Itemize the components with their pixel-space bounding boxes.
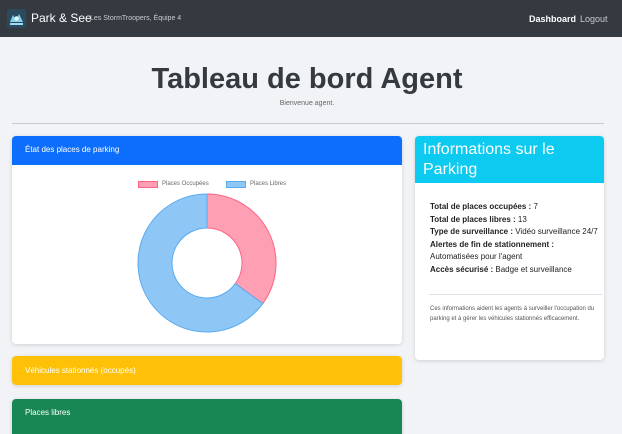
brand-link[interactable]: Park & See — [31, 11, 92, 26]
nav-dashboard-link[interactable]: Dashboard — [529, 13, 576, 25]
free-spots-title: Places libres — [25, 408, 71, 417]
parking-status-header: État des places de parking — [12, 136, 402, 165]
parking-logo-icon[interactable] — [7, 9, 26, 28]
navbar: Park & See Les StormTroopers, Équipe 4 D… — [0, 0, 622, 37]
legend-label-occupied: Places Occupées — [162, 181, 209, 187]
info-note: Ces informations aident les agents à sur… — [430, 306, 595, 322]
free-spots-card[interactable]: Places libres — [12, 399, 402, 434]
nav-logout-link[interactable]: Logout — [580, 13, 608, 25]
legend-swatch-occupied — [138, 181, 158, 188]
donut-chart — [137, 193, 277, 333]
team-name: Les StormTroopers, Équipe 4 — [90, 15, 182, 22]
parking-info-header: Informations sur le Parking — [415, 136, 604, 183]
info-item: Total de places occupées : 7 — [430, 202, 538, 211]
parking-status-card: État des places de parking Places Occupé… — [12, 136, 402, 344]
parking-info-title: Informations sur le Parking — [423, 141, 555, 178]
parking-info-card: Informations sur le Parking Total de pla… — [415, 136, 604, 360]
info-divider — [429, 294, 602, 295]
info-item: Type de surveillance : Vidéo surveillanc… — [430, 227, 598, 236]
info-item: Alertes de fin de stationnement : Automa… — [430, 239, 555, 262]
divider — [12, 123, 604, 124]
page-title: Tableau de bord Agent — [151, 63, 463, 95]
parking-info-list: Total de places occupées : 7 Total de pl… — [430, 201, 600, 276]
legend-label-free: Places Libres — [250, 181, 287, 187]
parking-status-title: État des places de parking — [25, 145, 120, 154]
info-item: Accès sécurisé : Badge et surveillance — [430, 264, 572, 274]
welcome-text: Bienvenue agent. — [279, 100, 335, 107]
vehicles-parked-card[interactable]: Véhicules stationnés (occupés) — [12, 356, 402, 385]
donut-slice-occupied[interactable] — [206, 193, 277, 305]
legend-swatch-free — [226, 181, 246, 188]
info-item: Total de places libres : 13 — [430, 214, 527, 224]
vehicles-parked-title: Véhicules stationnés (occupés) — [25, 366, 136, 375]
